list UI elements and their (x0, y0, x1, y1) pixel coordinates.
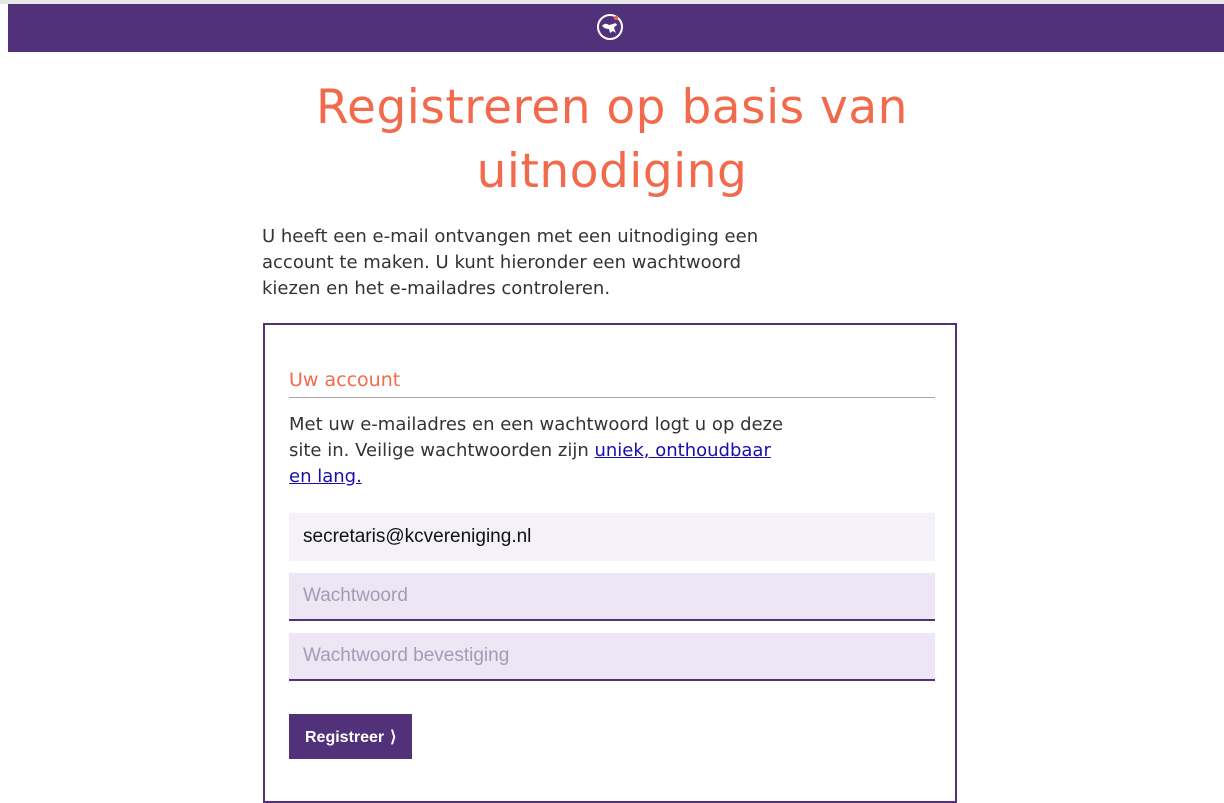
top-bar (0, 0, 1224, 52)
registration-form: Uw account Met uw e-mailadres en een wac… (263, 323, 957, 803)
section-description: Met uw e-mailadres en een wachtwoord log… (289, 412, 789, 490)
dog-logo-icon[interactable] (595, 12, 625, 42)
register-button[interactable]: Registreer ⟩ (289, 714, 413, 759)
password-confirm-field[interactable] (289, 633, 935, 681)
section-divider (289, 397, 935, 398)
section-title-account: Uw account (289, 369, 401, 391)
password-field[interactable] (289, 573, 935, 621)
email-field[interactable] (289, 513, 935, 561)
register-button-label: Registreer (305, 728, 385, 746)
intro-text: U heeft een e-mail ontvangen met een uit… (262, 226, 759, 299)
chevron-right-icon: ⟩ (390, 728, 397, 746)
brand-bar (8, 4, 1224, 52)
page-title: Registreren op basis van uitnodiging (316, 80, 908, 199)
